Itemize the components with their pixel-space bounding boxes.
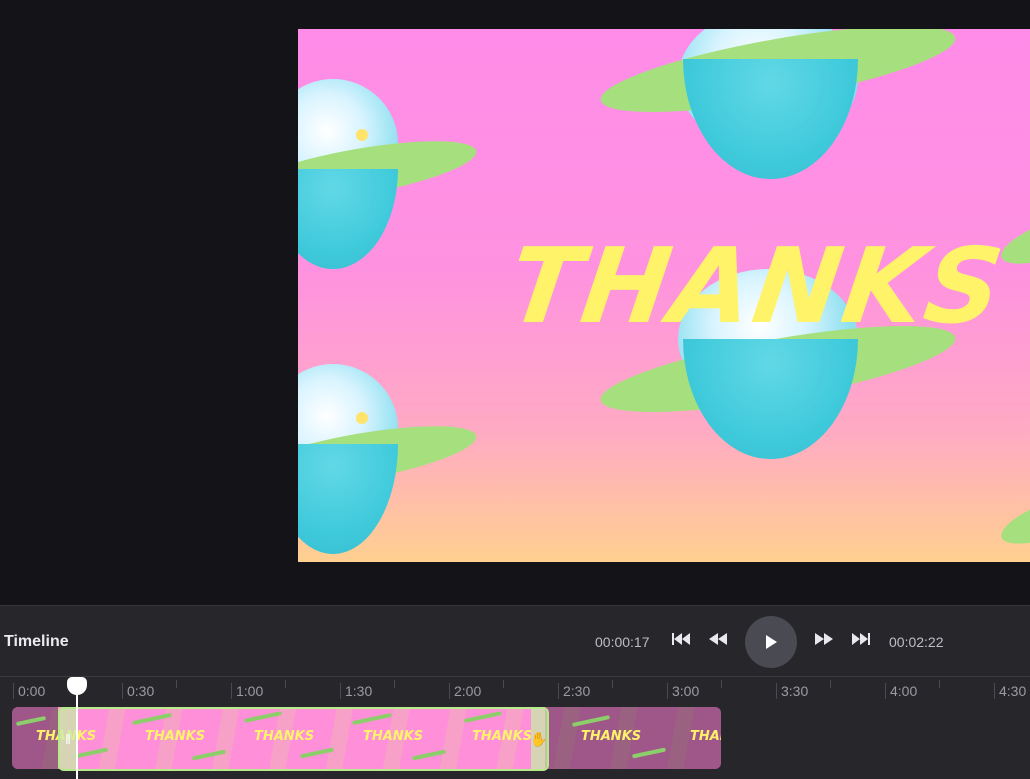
planet-graphic xyxy=(298,364,488,562)
play-button[interactable] xyxy=(745,616,797,668)
ruler-label: 0:30 xyxy=(122,683,154,699)
timeline-ruler[interactable]: 0:00 0:30 1:00 1:30 2:00 2:30 3:00 3:30 … xyxy=(0,676,1030,703)
clip-thumbnail-text: THANKS xyxy=(581,729,642,744)
ruler-label: 1:00 xyxy=(231,683,263,699)
timeline-panel: Timeline 00:00:17 00:02:22 0:00 0:30 1:0… xyxy=(0,605,1030,779)
timeline-label: Timeline xyxy=(4,633,69,650)
current-time-display: 00:00:17 xyxy=(595,634,650,650)
ruler-label: 4:30 xyxy=(994,683,1026,699)
grab-hand-cursor-icon: ✋ xyxy=(530,730,548,747)
planet-graphic xyxy=(995,479,1030,559)
ruler-label: 2:00 xyxy=(449,683,481,699)
skip-to-start-icon[interactable] xyxy=(671,632,691,651)
preview-title-text: THANKS xyxy=(501,225,1012,347)
trim-handle-right[interactable]: ✋ xyxy=(530,709,548,769)
trim-handle-left[interactable]: ‖ xyxy=(60,709,76,769)
ruler-label: 4:00 xyxy=(885,683,917,699)
clip-thumbnail-text: THANKS xyxy=(690,729,721,744)
planet-graphic xyxy=(298,79,488,279)
grip-icon: ‖ xyxy=(65,731,71,747)
ruler-label: 2:30 xyxy=(558,683,590,699)
fast-forward-icon[interactable] xyxy=(814,632,834,651)
play-icon xyxy=(766,635,777,649)
playhead-line[interactable] xyxy=(76,686,78,779)
skip-to-end-icon[interactable] xyxy=(851,632,871,651)
ruler-label: 3:00 xyxy=(667,683,699,699)
rewind-icon[interactable] xyxy=(708,632,728,651)
video-preview-area: THANKS xyxy=(0,0,1030,605)
video-preview-frame: THANKS xyxy=(298,29,1030,562)
ruler-label: 0:00 xyxy=(13,683,45,699)
total-duration-display: 00:02:22 xyxy=(889,634,944,650)
planet-graphic xyxy=(595,29,961,209)
clip-selection-frame[interactable]: ‖ ✋ xyxy=(58,707,549,771)
ruler-label: 1:30 xyxy=(340,683,372,699)
ruler-label: 3:30 xyxy=(776,683,808,699)
